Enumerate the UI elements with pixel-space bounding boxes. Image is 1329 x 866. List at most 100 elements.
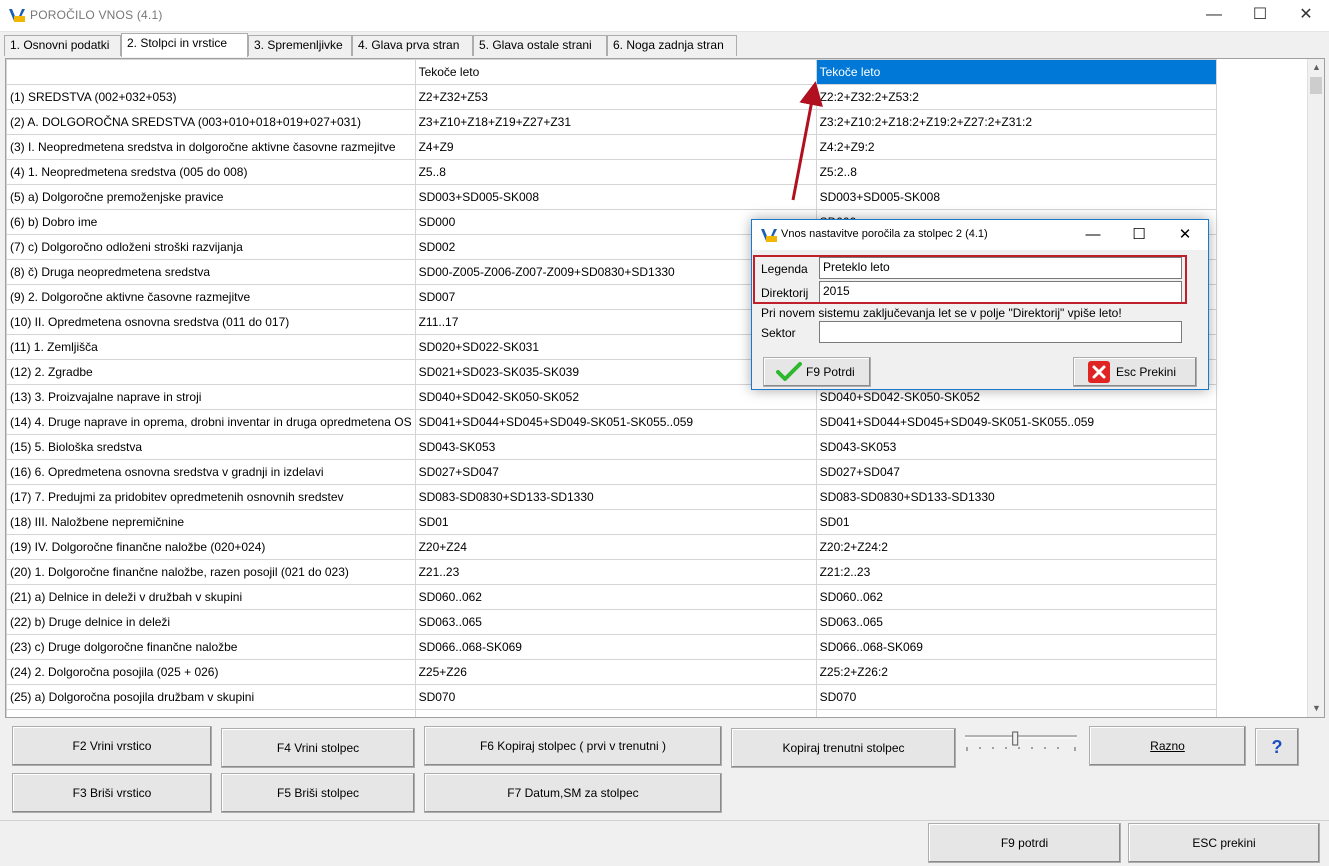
grid-cell[interactable]: SD071..073-SK079	[815, 709, 1217, 717]
grid-cell[interactable]: SD041+SD044+SD045+SD049-SK051-SK055..059	[414, 409, 817, 435]
grid-cell[interactable]: (3) I. Neopredmetena sredstva in dolgoro…	[6, 134, 416, 160]
table-row[interactable]: (19) IV. Dolgoročne finančne naložbe (02…	[6, 534, 1217, 560]
copy-current-column-button[interactable]: Kopiraj trenutni stolpec	[731, 728, 956, 768]
table-row[interactable]: (4) 1. Neopredmetena sredstva (005 do 00…	[6, 159, 1217, 185]
dialog-maximize-button[interactable]: ☐	[1116, 220, 1162, 250]
grid-cell[interactable]: (5) a) Dolgoročne premoženjske pravice	[6, 184, 416, 210]
grid-cell[interactable]: (20) 1. Dolgoročne finančne naložbe, raz…	[6, 559, 416, 585]
grid-cell[interactable]: SD071..073-SK079	[414, 709, 817, 717]
grid-cell[interactable]: (13) 3. Proizvajalne naprave in stroji	[6, 384, 416, 410]
f9-confirm-button[interactable]: F9 potrdi	[928, 823, 1121, 863]
table-row[interactable]: (20) 1. Dolgoročne finančne naložbe, raz…	[6, 559, 1217, 585]
grid-cell[interactable]: SD027+SD047	[414, 459, 817, 485]
dialog-f9-confirm-button[interactable]: F9 Potrdi	[763, 357, 871, 387]
grid-cell[interactable]: SD027+SD047	[815, 459, 1217, 485]
grid-cell[interactable]: Z2+Z32+Z53	[414, 84, 817, 110]
f7-date-sm-column-button[interactable]: F7 Datum,SM za stolpec	[424, 773, 722, 813]
grid-cell[interactable]: (6) b) Dobro ime	[6, 209, 416, 235]
esc-cancel-button[interactable]: ESC prekini	[1128, 823, 1320, 863]
table-row[interactable]: (21) a) Delnice in deleži v družbah v sk…	[6, 584, 1217, 610]
dialog-close-button[interactable]: ✕	[1162, 220, 1208, 250]
tab-glava-ostale-strani[interactable]: 5. Glava ostale strani	[473, 35, 607, 56]
grid-cell[interactable]: (7) c) Dolgoročno odloženi stroški razvi…	[6, 234, 416, 260]
scroll-thumb[interactable]	[1310, 77, 1322, 94]
grid-cell[interactable]: SD01	[815, 509, 1217, 535]
grid-cell[interactable]: (11) 1. Zemljišča	[6, 334, 416, 360]
table-row[interactable]: (22) b) Druge delnice in deleži SD063..06…	[6, 609, 1217, 635]
grid-cell[interactable]: Z2:2+Z32:2+Z53:2	[815, 84, 1217, 110]
grid-cell[interactable]: (8) č) Druga neopredmetena sredstva	[6, 259, 416, 285]
grid-cell[interactable]: Z20+Z24	[414, 534, 817, 560]
grid-cell[interactable]: (1) SREDSTVA (002+032+053)	[6, 84, 416, 110]
grid-cell[interactable]: (26) b) Dolgoročna posojila drugim	[6, 709, 416, 717]
grid-cell[interactable]: (14) 4. Druge naprave in oprema, drobni …	[6, 409, 416, 435]
dialog-esc-cancel-button[interactable]: Esc Prekini	[1073, 357, 1197, 387]
f6-copy-column-button[interactable]: F6 Kopiraj stolpec ( prvi v trenutni )	[424, 726, 722, 766]
tab-spremenljivke[interactable]: 3. Spremenljivke	[248, 35, 352, 56]
grid-cell[interactable]: (21) a) Delnice in deleži v družbah v sk…	[6, 584, 416, 610]
grid-cell[interactable]: Z3:2+Z10:2+Z18:2+Z19:2+Z27:2+Z31:2	[815, 109, 1217, 135]
tab-osnovni-podatki[interactable]: 1. Osnovni podatki	[4, 35, 121, 56]
grid-cell[interactable]: Z25+Z26	[414, 659, 817, 685]
grid-cell[interactable]: SD043-SK053	[414, 434, 817, 460]
grid-cell[interactable]: (19) IV. Dolgoročne finančne naložbe (02…	[6, 534, 416, 560]
table-row[interactable]: (23) c) Druge dolgoročne finančne naložb…	[6, 634, 1217, 660]
grid-cell[interactable]: SD070	[414, 684, 817, 710]
grid-cell[interactable]: SD066..068-SK069	[414, 634, 817, 660]
grid-cell[interactable]: SD041+SD044+SD045+SD049-SK051-SK055..059	[815, 409, 1217, 435]
scroll-down-arrow-icon[interactable]: ▼	[1308, 700, 1324, 717]
grid-cell[interactable]: (16) 6. Opredmetena osnovna sredstva v g…	[6, 459, 416, 485]
column-header-2[interactable]: Tekoče leto	[815, 59, 1217, 85]
grid-cell[interactable]: SD003+SD005-SK008	[414, 184, 817, 210]
razno-button[interactable]: Razno	[1089, 726, 1246, 766]
grid-cell[interactable]: (2) A. DOLGOROČNA SREDSTVA (003+010+018+…	[6, 109, 416, 135]
legenda-input[interactable]: Preteklo leto	[819, 257, 1182, 279]
grid-cell[interactable]: SD070	[815, 684, 1217, 710]
grid-cell[interactable]: Z4:2+Z9:2	[815, 134, 1217, 160]
direktorij-input[interactable]: 2015	[819, 281, 1182, 303]
grid-cell[interactable]: (4) 1. Neopredmetena sredstva (005 do 00…	[6, 159, 416, 185]
help-button[interactable]: ?	[1255, 728, 1299, 766]
grid-cell[interactable]: Z21:2..23	[815, 559, 1217, 585]
grid-cell[interactable]: Z25:2+Z26:2	[815, 659, 1217, 685]
tab-glava-prva-stran[interactable]: 4. Glava prva stran	[352, 35, 473, 56]
grid-cell[interactable]: SD063..065	[815, 609, 1217, 635]
grid-cell[interactable]: (17) 7. Predujmi za pridobitev opredmete…	[6, 484, 416, 510]
vertical-scrollbar[interactable]: ▲ ▼	[1307, 59, 1324, 717]
grid-cell[interactable]: SD003+SD005-SK008	[815, 184, 1217, 210]
grid-cell[interactable]: Z4+Z9	[414, 134, 817, 160]
close-button[interactable]: ✕	[1283, 0, 1329, 32]
grid-cell[interactable]: SD063..065	[414, 609, 817, 635]
f2-insert-row-button[interactable]: F2 Vrini vrstico	[12, 726, 212, 766]
grid-cell[interactable]: (23) c) Druge dolgoročne finančne naložb…	[6, 634, 416, 660]
tab-stolpci-in-vrstice[interactable]: 2. Stolpci in vrstice	[121, 33, 248, 57]
table-row[interactable]: (5) a) Dolgoročne premoženjske pravice SD…	[6, 184, 1217, 210]
grid-cell[interactable]: (10) II. Opredmetena osnovna sredstva (0…	[6, 309, 416, 335]
f5-delete-column-button[interactable]: F5 Briši stolpec	[221, 773, 415, 813]
tab-noga-zadnja-stran[interactable]: 6. Noga zadnja stran	[607, 35, 737, 56]
grid-cell[interactable]: (18) III. Naložbene nepremičnine	[6, 509, 416, 535]
grid-cell[interactable]: (24) 2. Dolgoročna posojila (025 + 026)	[6, 659, 416, 685]
grid-cell[interactable]: Z3+Z10+Z18+Z19+Z27+Z31	[414, 109, 817, 135]
table-row[interactable]: (2) A. DOLGOROČNA SREDSTVA (003+010+018+…	[6, 109, 1217, 135]
grid-cell[interactable]: (9) 2. Dolgoročne aktivne časovne razmej…	[6, 284, 416, 310]
grid-cell[interactable]: (12) 2. Zgradbe	[6, 359, 416, 385]
grid-cell[interactable]: Z5:2..8	[815, 159, 1217, 185]
table-row[interactable]: (14) 4. Druge naprave in oprema, drobni …	[6, 409, 1217, 435]
dialog-minimize-button[interactable]: —	[1070, 220, 1116, 250]
column-header-0[interactable]	[6, 59, 416, 85]
column-header-1[interactable]: Tekoče leto	[414, 59, 817, 85]
table-row[interactable]: (18) III. Naložbene nepremičnine SD01 SD01	[6, 509, 1217, 535]
grid-cell[interactable]: (22) b) Druge delnice in deleži	[6, 609, 416, 635]
sektor-input[interactable]	[819, 321, 1182, 343]
grid-cell[interactable]: SD01	[414, 509, 817, 535]
grid-cell[interactable]: SD060..062	[414, 584, 817, 610]
table-row[interactable]: (25) a) Dolgoročna posojila družbam v sk…	[6, 684, 1217, 710]
table-row[interactable]: (24) 2. Dolgoročna posojila (025 + 026) Z…	[6, 659, 1217, 685]
grid-cell[interactable]: Z5..8	[414, 159, 817, 185]
minimize-button[interactable]: —	[1191, 0, 1237, 32]
slider[interactable]	[963, 731, 1079, 755]
grid-cell[interactable]: SD060..062	[815, 584, 1217, 610]
f3-delete-row-button[interactable]: F3 Briši vrstico	[12, 773, 212, 813]
table-row[interactable]: (15) 5. Biološka sredstva SD043-SK053 SD04…	[6, 434, 1217, 460]
